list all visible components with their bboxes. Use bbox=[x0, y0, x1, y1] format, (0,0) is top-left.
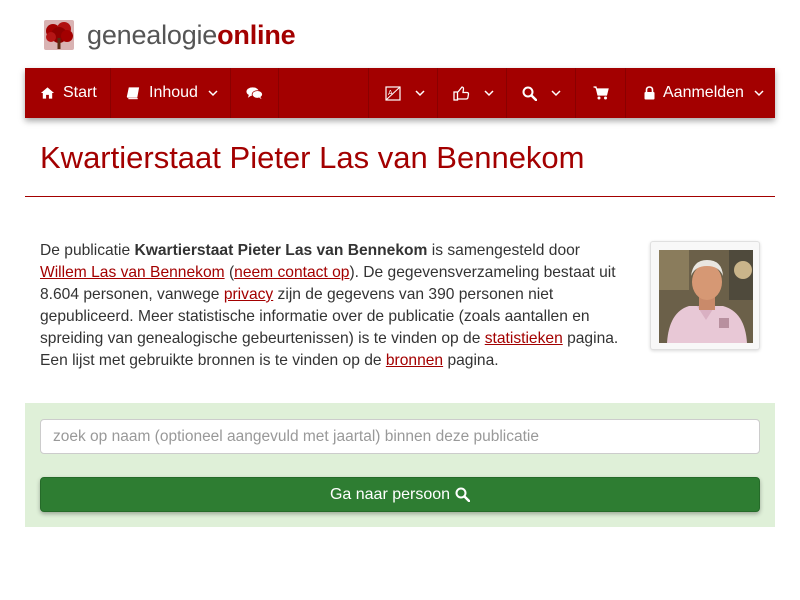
author-avatar[interactable] bbox=[650, 241, 760, 350]
privacy-link[interactable]: privacy bbox=[224, 286, 273, 303]
chevron-down-icon bbox=[551, 89, 561, 97]
brand-name: genealogieonline bbox=[87, 19, 296, 50]
statistics-link[interactable]: statistieken bbox=[485, 330, 563, 347]
search-icon bbox=[455, 487, 471, 502]
nav-login[interactable]: Aanmelden bbox=[626, 68, 775, 118]
contact-link[interactable]: neem contact op bbox=[234, 264, 349, 281]
nav-search[interactable] bbox=[507, 68, 576, 118]
page-title: Kwartierstaat Pieter Las van Bennekom bbox=[40, 140, 585, 175]
thumbs-up-icon bbox=[453, 85, 470, 101]
publication-description: De publicatie Kwartierstaat Pieter Las v… bbox=[40, 242, 619, 369]
author-link[interactable]: Willem Las van Bennekom bbox=[40, 264, 225, 281]
divider bbox=[25, 196, 775, 197]
nav-inhoud[interactable]: Inhoud bbox=[111, 68, 231, 118]
site-logo[interactable]: genealogieonline bbox=[44, 18, 296, 52]
chevron-down-icon bbox=[415, 89, 425, 97]
nav-language[interactable]: A bbox=[368, 68, 438, 118]
person-search-input[interactable] bbox=[40, 419, 760, 454]
language-icon: A bbox=[385, 85, 401, 101]
chevron-down-icon bbox=[484, 89, 494, 97]
nav-forum[interactable] bbox=[231, 68, 279, 118]
cart-icon bbox=[593, 86, 609, 100]
sources-link[interactable]: bronnen bbox=[386, 352, 443, 369]
tree-icon bbox=[44, 20, 74, 50]
chevron-down-icon bbox=[208, 89, 218, 97]
nav-shop[interactable] bbox=[576, 68, 626, 118]
go-to-person-button[interactable]: Ga naar persoon bbox=[40, 477, 760, 512]
lock-icon bbox=[644, 86, 655, 100]
chevron-down-icon bbox=[754, 89, 764, 97]
home-icon bbox=[40, 86, 55, 100]
nav-start[interactable]: Start bbox=[25, 68, 111, 118]
person-search-panel: Ga naar persoon bbox=[25, 403, 775, 527]
nav-social[interactable] bbox=[438, 68, 507, 118]
book-icon bbox=[126, 86, 141, 100]
search-icon bbox=[522, 86, 537, 101]
main-navbar: Start Inhoud A Aanmelden bbox=[25, 68, 775, 118]
comments-icon bbox=[246, 86, 263, 100]
svg-text:A: A bbox=[388, 90, 393, 97]
publication-title: Kwartierstaat Pieter Las van Bennekom bbox=[134, 242, 428, 259]
